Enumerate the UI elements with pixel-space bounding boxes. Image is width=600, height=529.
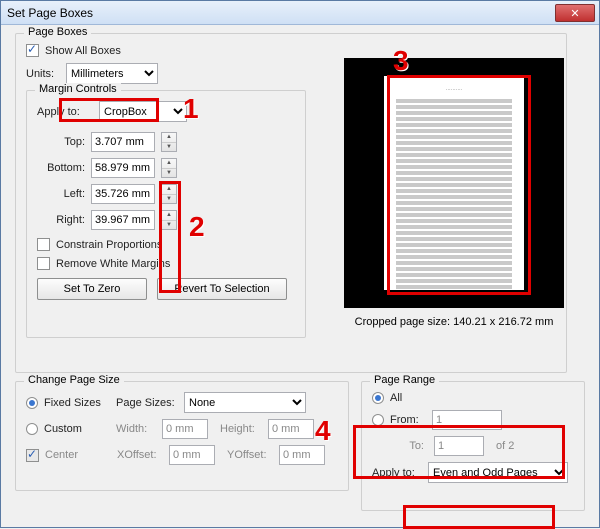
revert-button[interactable]: Revert To Selection — [157, 278, 287, 300]
all-radio[interactable] — [372, 392, 384, 404]
page-sizes-select[interactable]: None — [184, 392, 306, 413]
spinner-down-icon: ▼ — [162, 221, 176, 230]
titlebar: Set Page Boxes ✕ — [1, 1, 599, 25]
from-input — [432, 410, 502, 430]
of-label: of 2 — [496, 440, 514, 452]
units-label: Units: — [26, 68, 60, 80]
right-spinner[interactable]: ▲▼ — [161, 210, 177, 230]
to-input — [434, 436, 484, 456]
to-label: To: — [392, 440, 428, 452]
apply-to-row: Apply to: CropBox — [37, 101, 295, 122]
spinner-down-icon: ▼ — [162, 195, 176, 204]
bottom-spinner[interactable]: ▲▼ — [161, 158, 177, 178]
width-input — [162, 419, 208, 439]
xoffset-input — [169, 445, 215, 465]
margin-controls-legend: Margin Controls — [35, 83, 121, 95]
page-boxes-legend: Page Boxes — [24, 26, 91, 38]
close-icon: ✕ — [570, 8, 579, 20]
margin-apply-to-label: Apply to: — [37, 106, 93, 118]
page-preview: ·········· document.write(Array.from({le… — [344, 58, 564, 308]
range-apply-to-label: Apply to: — [372, 467, 422, 479]
spinner-down-icon: ▼ — [162, 169, 176, 178]
margin-apply-to-select[interactable]: CropBox — [99, 101, 187, 122]
constrain-label: Constrain Proportions — [56, 239, 162, 251]
set-to-zero-button[interactable]: Set To Zero — [37, 278, 147, 300]
bottom-label: Bottom: — [37, 162, 85, 174]
left-input[interactable] — [91, 184, 155, 204]
top-input[interactable] — [91, 132, 155, 152]
from-radio[interactable] — [372, 414, 384, 426]
cropped-size-label: Cropped page size: 140.21 x 216.72 mm — [344, 316, 564, 328]
spinner-down-icon: ▼ — [162, 143, 176, 152]
page-boxes-group: Page Boxes Show All Boxes Units: Millime… — [15, 33, 567, 373]
custom-radio[interactable] — [26, 423, 38, 435]
width-label: Width: — [116, 423, 156, 435]
from-label: From: — [390, 414, 426, 426]
height-input — [268, 419, 314, 439]
top-spinner[interactable]: ▲▼ — [161, 132, 177, 152]
custom-label: Custom — [44, 423, 110, 435]
all-label: All — [390, 392, 402, 404]
close-button[interactable]: ✕ — [555, 4, 595, 22]
bottom-input[interactable] — [91, 158, 155, 178]
spinner-up-icon: ▲ — [162, 185, 176, 195]
spinner-up-icon: ▲ — [162, 159, 176, 169]
fixed-sizes-label: Fixed Sizes — [44, 397, 110, 409]
page-sizes-label: Page Sizes: — [116, 397, 178, 409]
yoffset-label: YOffset: — [227, 449, 273, 461]
window-title: Set Page Boxes — [7, 6, 93, 20]
center-label: Center — [45, 449, 111, 461]
spinner-up-icon: ▲ — [162, 211, 176, 221]
left-spinner[interactable]: ▲▼ — [161, 184, 177, 204]
show-all-row: Show All Boxes — [26, 44, 556, 57]
remove-white-label: Remove White Margins — [56, 258, 170, 270]
spinner-up-icon: ▲ — [162, 133, 176, 143]
height-label: Height: — [220, 423, 262, 435]
right-label: Right: — [37, 214, 85, 226]
yoffset-input — [279, 445, 325, 465]
dialog-window: Set Page Boxes ✕ Page Boxes Show All Box… — [0, 0, 600, 528]
change-page-size-legend: Change Page Size — [24, 374, 124, 386]
units-select[interactable]: Millimeters — [66, 63, 158, 84]
left-label: Left: — [37, 188, 85, 200]
preview-page: ·········· document.write(Array.from({le… — [384, 76, 524, 290]
xoffset-label: XOffset: — [117, 449, 163, 461]
range-apply-to-select[interactable]: Even and Odd Pages — [428, 462, 568, 483]
remove-white-checkbox[interactable] — [37, 257, 50, 270]
fixed-sizes-radio[interactable] — [26, 397, 38, 409]
page-range-legend: Page Range — [370, 374, 439, 386]
margin-controls-group: Margin Controls Apply to: CropBox Top: ▲… — [26, 90, 306, 338]
show-all-label: Show All Boxes — [45, 45, 121, 57]
show-all-checkbox[interactable] — [26, 44, 39, 57]
page-range-group: Page Range All From: To: of 2 Ap — [361, 381, 585, 511]
change-page-size-group: Change Page Size Fixed Sizes Page Sizes:… — [15, 381, 349, 491]
right-input[interactable] — [91, 210, 155, 230]
constrain-checkbox[interactable] — [37, 238, 50, 251]
center-checkbox — [26, 449, 39, 462]
top-label: Top: — [37, 136, 85, 148]
